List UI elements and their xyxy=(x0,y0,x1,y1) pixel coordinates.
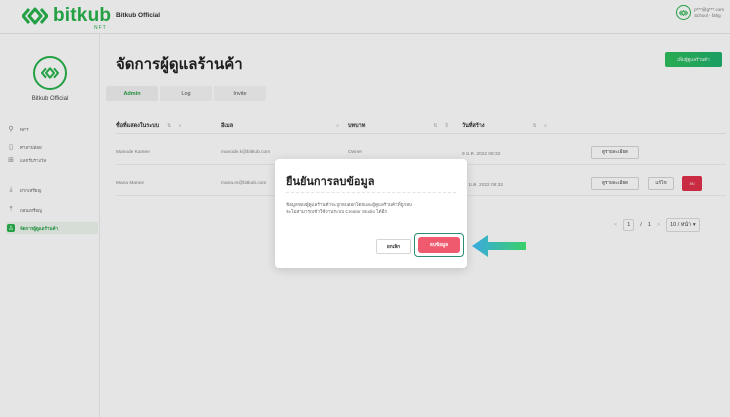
dialog-message-line: ข้อมูลของผู้ดูแลร้านค้าจะถูกลบออกโดยและผ… xyxy=(286,202,412,207)
dialog-message-line: จะไม่สามารถเข้าใช้งานระบบ Creator Studio… xyxy=(286,209,388,214)
divider xyxy=(286,192,456,193)
dialog-message: ข้อมูลของผู้ดูแลร้านค้าจะถูกลบออกโดยและผ… xyxy=(286,201,461,215)
confirm-delete-dialog: ยืนยันการลบข้อมูล ข้อมูลของผู้ดูแลร้านค้… xyxy=(275,159,467,268)
pointer-arrow-icon xyxy=(472,235,526,257)
dialog-title: ยืนยันการลบข้อมูล xyxy=(286,176,375,188)
confirm-delete-button[interactable]: ลบข้อมูล xyxy=(418,237,460,253)
cancel-button[interactable]: ยกเลิก xyxy=(376,239,411,254)
